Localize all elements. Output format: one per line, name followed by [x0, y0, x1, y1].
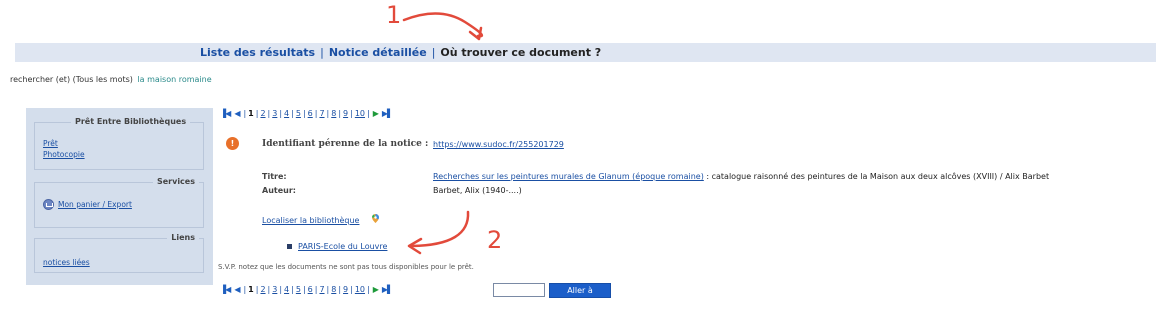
search-query-terms[interactable]: la maison romaine [137, 75, 211, 84]
warning-icon: ! [226, 137, 239, 150]
page-link[interactable]: 2 [260, 285, 265, 294]
loan-link[interactable]: Prêt [43, 138, 85, 149]
first-page-icon[interactable]: ▐◀ [220, 285, 231, 294]
page-link[interactable]: 10 [355, 109, 365, 118]
previous-page-icon[interactable]: ◀ [234, 285, 240, 294]
title-label: Titre: [262, 172, 287, 181]
panel-services: Services Mon panier / Export [34, 177, 204, 228]
author-label: Auteur: [262, 186, 296, 195]
page-link[interactable]: 10 [355, 285, 365, 294]
title-value: Recherches sur les peintures murales de … [433, 172, 1049, 181]
page-link[interactable]: 9 [343, 109, 348, 118]
annotation-number-1: 1 [386, 1, 402, 29]
annotation-number-2: 2 [487, 226, 503, 254]
goto-page-button[interactable]: Aller à [549, 283, 611, 298]
permanent-id-label: Identifiant pérenne de la notice : [262, 139, 429, 149]
page-link[interactable]: 3 [272, 109, 277, 118]
page-link[interactable]: 6 [308, 285, 313, 294]
panel-title-services: Services [152, 177, 199, 186]
permanent-id-link[interactable]: https://www.sudoc.fr/255201729 [433, 140, 564, 149]
page-separator: | [243, 285, 247, 294]
page-link[interactable]: 7 [319, 285, 324, 294]
page-link[interactable]: 3 [272, 285, 277, 294]
photocopy-link[interactable]: Photocopie [43, 149, 85, 160]
navigation-bar: Liste des résultats | Notice détaillée | Où … [15, 43, 1156, 62]
page-link[interactable]: 5 [296, 109, 301, 118]
page-separator: | [243, 109, 247, 118]
pagination-bottom: ▐◀ ◀ | 1 | 2 | 3 | 4 | 5 | 6 | 7 | 8 | 9 | 10 | ▶ … [220, 285, 393, 294]
page-link[interactable]: 9 [343, 285, 348, 294]
first-page-icon[interactable]: ▐◀ [220, 109, 231, 118]
panel-interlibrary-loan: Prêt Entre Bibliothèques Prêt Photocopie [34, 117, 204, 170]
availability-note: S.V.P. notez que les documents ne sont p… [218, 263, 474, 271]
panel-links: Liens notices liées [34, 233, 204, 273]
page-link[interactable]: 7 [319, 109, 324, 118]
search-query-prefix: rechercher (et) (Tous les mots) [10, 75, 133, 84]
page-link[interactable]: 5 [296, 285, 301, 294]
panel-title-links: Liens [167, 233, 199, 242]
title-rest: : catalogue raisonné des peintures de la… [703, 172, 1050, 181]
panel-title-interlibrary-loan: Prêt Entre Bibliothèques [71, 117, 191, 126]
navigation-tabs: Liste des résultats | Notice détaillée | Où … [200, 43, 601, 62]
page-link[interactable]: 4 [284, 109, 289, 118]
previous-page-icon[interactable]: ◀ [234, 109, 240, 118]
author-value: Barbet, Alix (1940-....) [433, 186, 522, 195]
basket-icon[interactable] [43, 199, 54, 210]
next-page-icon[interactable]: ▶ [373, 285, 379, 294]
library-link[interactable]: PARIS-Ecole du Louvre [298, 242, 387, 251]
page-link[interactable]: 4 [284, 285, 289, 294]
page-link[interactable]: 2 [260, 109, 265, 118]
goto-page-input[interactable] [493, 283, 545, 297]
page-link[interactable]: 8 [331, 285, 336, 294]
map-pin-icon [372, 214, 379, 223]
last-page-icon[interactable]: ▶▌ [382, 285, 393, 294]
pagination-top: ▐◀ ◀ | 1 | 2 | 3 | 4 | 5 | 6 | 7 | 8 | 9 | 10 | ▶ … [220, 109, 393, 118]
sidebar: Prêt Entre Bibliothèques Prêt Photocopie… [26, 108, 213, 285]
annotation-arrow-2 [410, 210, 470, 248]
tab-separator: | [320, 46, 324, 59]
search-recap: rechercher (et) (Tous les mots) la maiso… [10, 75, 212, 84]
current-page: 1 [248, 109, 254, 118]
locate-library-link[interactable]: Localiser la bibliothèque [262, 216, 359, 225]
tab-separator: | [431, 46, 436, 59]
tab-results-list[interactable]: Liste des résultats [200, 46, 315, 59]
related-records-link[interactable]: notices liées [43, 257, 90, 268]
last-page-icon[interactable]: ▶▌ [382, 109, 393, 118]
tab-detailed-record[interactable]: Notice détaillée [329, 46, 427, 59]
page-link[interactable]: 6 [308, 109, 313, 118]
page-link[interactable]: 8 [331, 109, 336, 118]
bullet-square-icon [287, 244, 292, 249]
next-page-icon[interactable]: ▶ [373, 109, 379, 118]
tab-where-to-find[interactable]: Où trouver ce document ? [440, 46, 601, 59]
library-list-item: PARIS-Ecole du Louvre [287, 242, 387, 251]
current-page: 1 [248, 285, 254, 294]
basket-export-link[interactable]: Mon panier / Export [58, 199, 132, 210]
title-link[interactable]: Recherches sur les peintures murales de … [433, 172, 704, 181]
